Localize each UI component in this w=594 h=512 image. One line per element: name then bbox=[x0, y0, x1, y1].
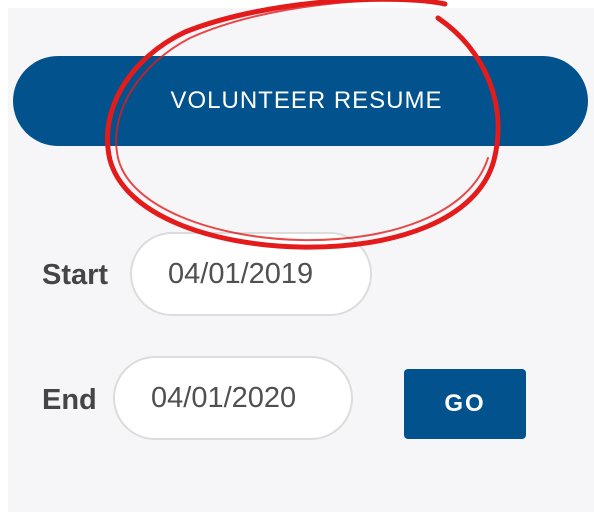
end-label: End bbox=[42, 384, 97, 416]
volunteer-resume-label: VOLUNTEER RESUME bbox=[170, 87, 443, 114]
end-date-value: 04/01/2020 bbox=[151, 381, 297, 414]
start-date-field[interactable]: 04/01/2019 bbox=[130, 232, 372, 316]
go-button[interactable]: GO bbox=[404, 369, 526, 439]
volunteer-resume-button[interactable]: VOLUNTEER RESUME bbox=[13, 56, 588, 146]
go-label: GO bbox=[444, 390, 486, 417]
end-date-field[interactable]: 04/01/2020 bbox=[113, 356, 353, 440]
start-date-value: 04/01/2019 bbox=[168, 257, 314, 290]
start-label: Start bbox=[42, 259, 109, 291]
